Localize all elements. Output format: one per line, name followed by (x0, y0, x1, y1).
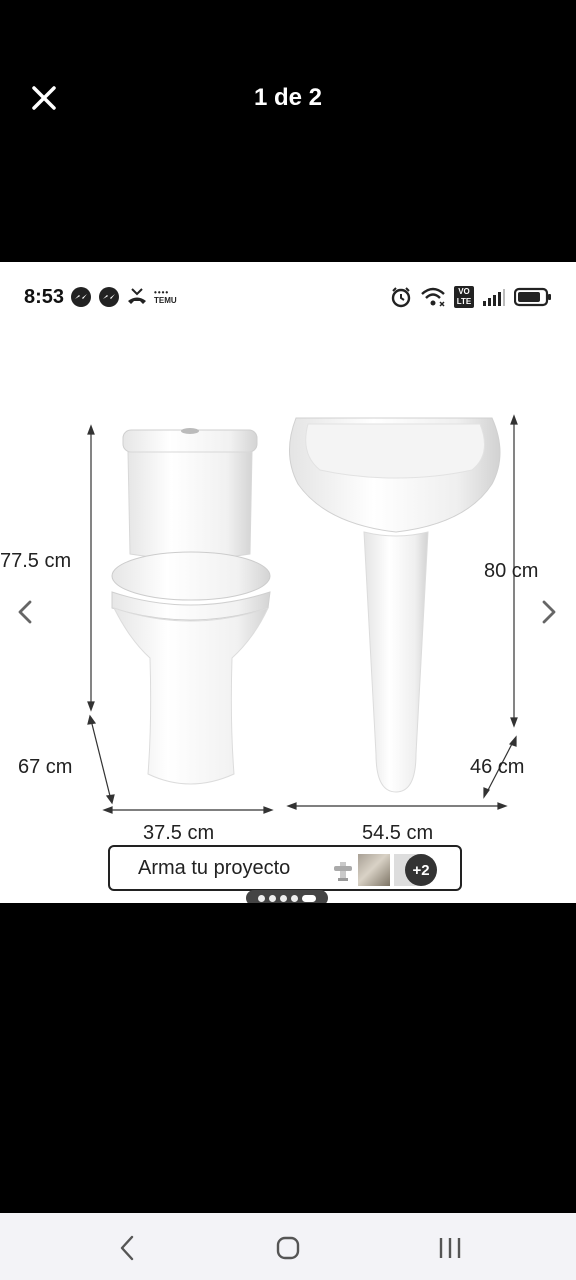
project-banner[interactable]: Arma tu proyecto +2 (108, 845, 462, 891)
sink-width-label: 54.5 cm (362, 822, 434, 844)
faucet-thumbnail (334, 862, 352, 881)
viewer-header: 1 de 2 (0, 0, 576, 262)
image-counter: 1 de 2 (253, 84, 323, 111)
toilet-height-label: 77.5 cm (0, 550, 72, 572)
system-navigation-bar (0, 1213, 576, 1280)
project-banner-label: Arma tu proyecto (138, 856, 291, 879)
sink-depth-label: 46 cm (470, 756, 525, 778)
product-photo: 8:53 •••• TEMU VO LTE 77.5 cm 67 cm 37.5… (0, 262, 576, 903)
next-image-button[interactable] (534, 582, 564, 642)
carousel-dot-active[interactable] (302, 894, 316, 902)
carousel-indicator (246, 890, 328, 903)
carousel-dot[interactable] (269, 894, 276, 902)
carousel-dot[interactable] (280, 894, 287, 902)
prev-image-button[interactable] (10, 582, 40, 642)
back-icon[interactable] (112, 1235, 142, 1261)
toilet-width-label: 37.5 cm (143, 822, 215, 844)
toilet-depth-label: 67 cm (18, 756, 73, 778)
more-products-badge: +2 (405, 854, 437, 886)
recents-icon[interactable] (435, 1235, 465, 1261)
chevron-left-icon (18, 600, 32, 624)
home-icon[interactable] (273, 1235, 303, 1261)
sink-height-label: 80 cm (484, 560, 539, 582)
carousel-dot[interactable] (258, 894, 265, 902)
carousel-dot[interactable] (291, 894, 298, 902)
chevron-right-icon (542, 600, 556, 624)
room-thumbnail (358, 854, 390, 886)
